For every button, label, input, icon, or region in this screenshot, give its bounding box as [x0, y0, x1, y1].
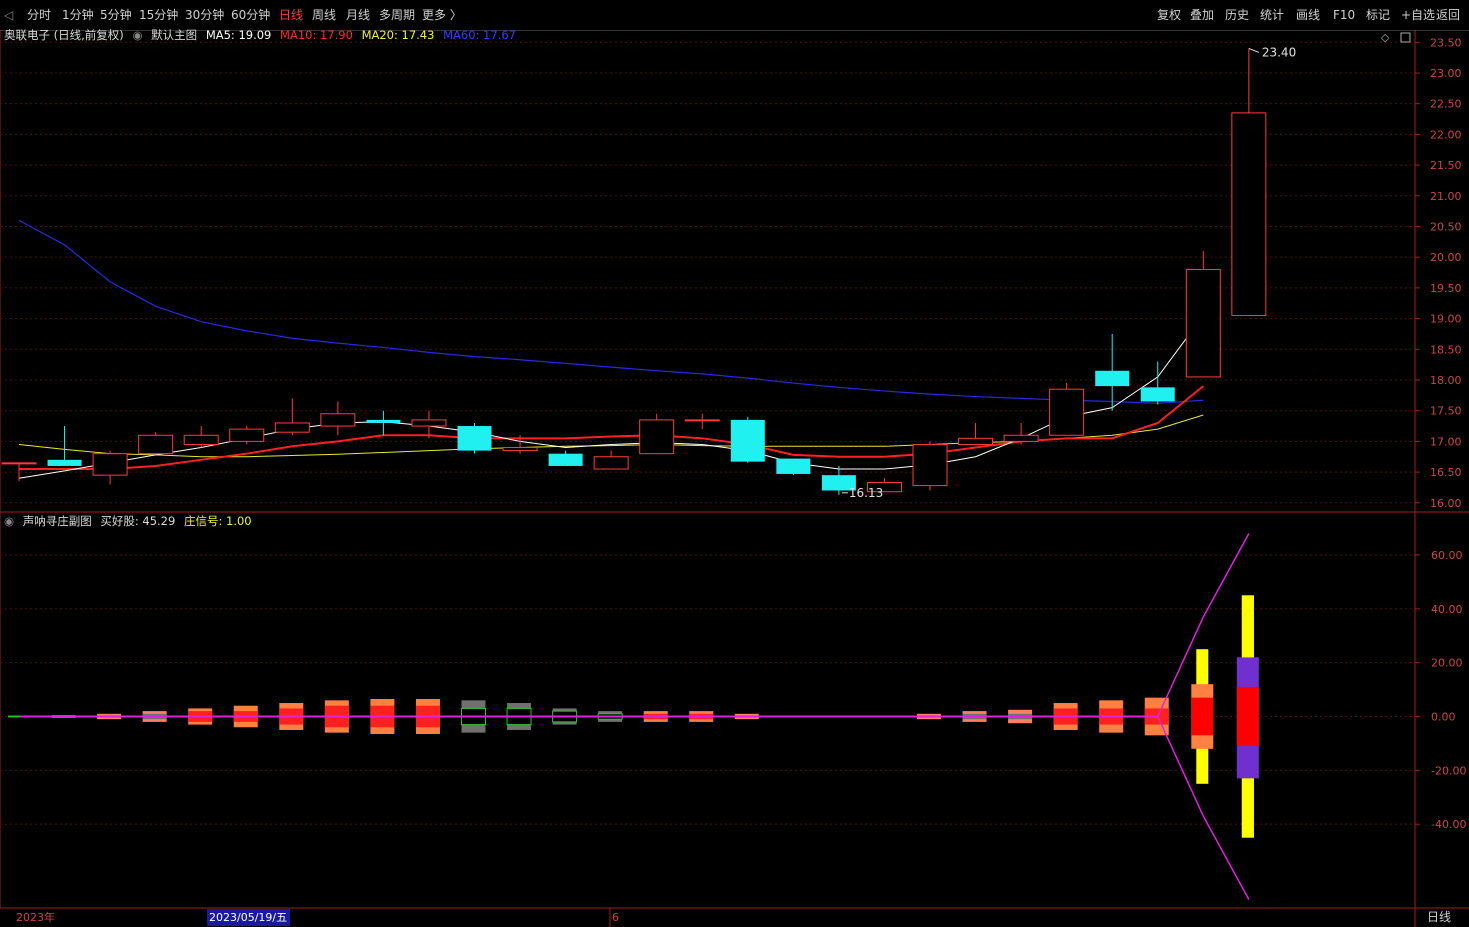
y-tick-label: 18.50	[1430, 343, 1462, 356]
date-label: 2023/05/19/五	[209, 911, 287, 924]
y-tick-label: 19.00	[1430, 313, 1462, 326]
candle-body	[776, 458, 811, 474]
candle-body	[47, 459, 82, 466]
candle-body	[411, 419, 447, 427]
candle-body	[274, 422, 310, 433]
y-tick-label: 16.50	[1430, 466, 1462, 479]
y-tick-label: 23.00	[1430, 67, 1462, 80]
candle-body	[1049, 388, 1085, 436]
sub-y-tick-label: 60.00	[1431, 549, 1463, 562]
y-tick-label: 22.00	[1430, 128, 1462, 141]
candle-body	[366, 419, 401, 423]
candle-body	[1, 462, 37, 465]
candle-body	[502, 447, 538, 452]
month-label: 6	[612, 911, 619, 924]
candle-body	[958, 437, 994, 445]
high-price-pointer	[1248, 47, 1260, 53]
y-tick-label: 20.50	[1430, 220, 1462, 233]
y-tick-label: 23.50	[1430, 36, 1462, 49]
y-tick-label: 20.00	[1430, 251, 1462, 264]
candle-body	[92, 453, 128, 476]
sub-y-tick-label: 40.00	[1431, 603, 1463, 616]
candle-body	[548, 453, 583, 466]
y-tick-label: 19.50	[1430, 282, 1462, 295]
candle-body	[1185, 268, 1221, 378]
candle-body	[320, 413, 356, 427]
candle-body	[730, 419, 765, 462]
y-tick-label: 18.00	[1430, 374, 1462, 387]
signal-bar-red	[1191, 697, 1214, 736]
sub-y-tick-label: 0.00	[1431, 711, 1456, 724]
y-tick-label: 21.00	[1430, 190, 1462, 203]
signal-bar-yellow-top	[1241, 595, 1254, 658]
candle-body	[1140, 387, 1175, 402]
candle-body	[183, 434, 219, 445]
candle-body	[457, 426, 492, 451]
candle-body	[593, 456, 629, 470]
signal-bar-yellow-bottom	[1241, 778, 1254, 838]
y-tick-label: 22.50	[1430, 98, 1462, 111]
y-tick-label: 16.00	[1430, 497, 1462, 510]
signal-bar-red	[1236, 686, 1259, 747]
candle-body	[229, 428, 265, 442]
window-icon	[1400, 32, 1411, 43]
candle-body	[138, 434, 174, 455]
candle-body	[1095, 370, 1130, 387]
period-label: 日线	[1427, 910, 1451, 924]
candle-body	[912, 443, 948, 487]
high-price-label: 23.40	[1262, 45, 1296, 59]
low-price-label: 16.13	[849, 486, 883, 500]
sub-y-tick-label: -40.00	[1431, 818, 1466, 831]
year-label: 2023年	[16, 910, 55, 924]
y-tick-label: 17.50	[1430, 405, 1462, 418]
y-tick-label: 21.50	[1430, 159, 1462, 172]
kline-chart[interactable]: 23.50 23.00 22.50 22.00 21.50 21.00 20.50 20.00…	[0, 0, 1469, 927]
candle-body	[684, 419, 720, 422]
diamond-icon: ◇	[1381, 31, 1390, 44]
candle-body	[1003, 434, 1039, 442]
sub-y-tick-label: -20.00	[1431, 764, 1466, 777]
candle-body	[1231, 112, 1267, 317]
sub-y-tick-label: 20.00	[1431, 657, 1463, 670]
y-tick-label: 17.00	[1430, 435, 1462, 448]
ma60-line	[18, 219, 1204, 404]
candle-body	[639, 419, 675, 455]
